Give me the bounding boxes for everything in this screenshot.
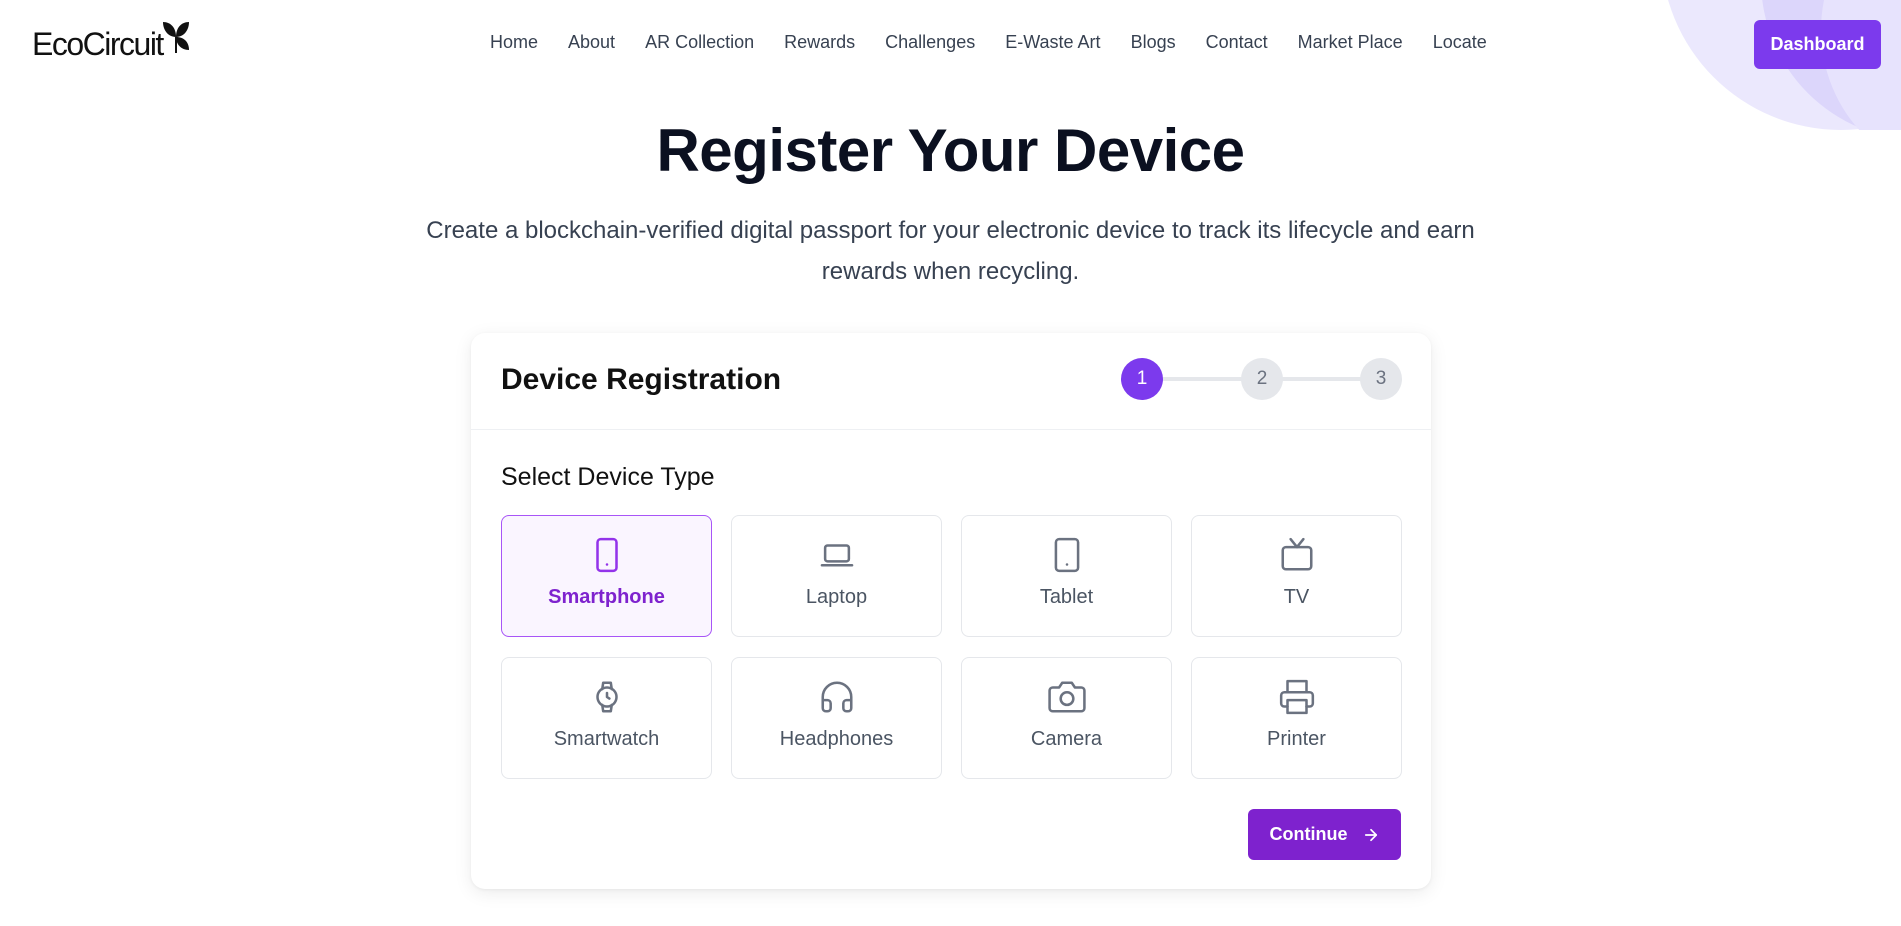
device-option-label: Smartwatch: [553, 728, 660, 750]
nav-e-waste-art[interactable]: E-Waste Art: [1005, 32, 1100, 53]
nav-ar-collection[interactable]: AR Collection: [645, 32, 754, 53]
arrow-right-icon: [1364, 828, 1377, 841]
step-3: 3: [1360, 358, 1402, 400]
device-option-laptop[interactable]: Laptop: [731, 515, 942, 637]
watch-icon: [595, 681, 618, 713]
nav-locate[interactable]: Locate: [1433, 32, 1487, 53]
tv-icon: [1280, 537, 1313, 571]
card-title: Device Registration: [501, 363, 782, 396]
page-title: Register Your Device: [656, 117, 1245, 184]
nav-contact[interactable]: Contact: [1206, 32, 1268, 53]
step-1: 1: [1121, 358, 1163, 400]
step-connector: [1161, 377, 1245, 381]
smartphone-icon: [595, 537, 618, 573]
main-nav: Home About AR Collection Rewards Challen…: [490, 32, 1517, 53]
device-option-tv[interactable]: TV: [1191, 515, 1402, 637]
nav-rewards[interactable]: Rewards: [784, 32, 855, 53]
logo[interactable]: EcoCircuit: [32, 20, 191, 60]
device-option-tablet[interactable]: Tablet: [961, 515, 1172, 637]
continue-label: Continue: [1269, 824, 1348, 844]
step-connector: [1281, 377, 1365, 381]
nav-blogs[interactable]: Blogs: [1131, 32, 1176, 53]
nav-market-place[interactable]: Market Place: [1298, 32, 1403, 53]
tablet-icon: [1054, 537, 1079, 573]
top-navbar: EcoCircuit Home About AR Collection Rewa…: [0, 0, 1901, 90]
continue-button[interactable]: Continue: [1248, 809, 1401, 860]
device-option-smartwatch[interactable]: Smartwatch: [501, 657, 712, 779]
device-option-camera[interactable]: Camera: [961, 657, 1172, 779]
camera-icon: [1047, 681, 1086, 713]
device-option-label: Printer: [1267, 728, 1326, 750]
step-2: 2: [1241, 358, 1283, 400]
device-option-label: Headphones: [779, 728, 894, 750]
nav-about[interactable]: About: [568, 32, 615, 53]
printer-icon: [1279, 679, 1314, 715]
page-subtitle: Create a blockchain-verified digital pas…: [426, 217, 1475, 285]
device-option-smartphone[interactable]: Smartphone: [501, 515, 712, 637]
section-label: Select Device Type: [501, 463, 715, 491]
device-option-printer[interactable]: Printer: [1191, 657, 1402, 779]
step-indicator: 1 2 3: [1121, 358, 1402, 400]
card-header: Device Registration 1 2 3: [471, 333, 1431, 430]
registration-card: Device Registration 1 2 3 Select Device …: [471, 333, 1431, 889]
headphones-icon: [820, 681, 853, 713]
dashboard-button[interactable]: Dashboard: [1754, 20, 1881, 69]
device-option-label: Camera: [1030, 728, 1103, 750]
device-option-label: Laptop: [805, 586, 868, 608]
device-option-label: Tablet: [1039, 586, 1094, 608]
logo-text: EcoCircuit: [32, 26, 164, 62]
laptop-icon: [820, 544, 853, 567]
device-option-label: TV: [1283, 586, 1310, 608]
leaf-logo-icon: [162, 22, 189, 53]
nav-home[interactable]: Home: [490, 32, 538, 53]
nav-challenges[interactable]: Challenges: [885, 32, 975, 53]
device-option-headphones[interactable]: Headphones: [731, 657, 942, 779]
device-option-label: Smartphone: [548, 586, 665, 608]
